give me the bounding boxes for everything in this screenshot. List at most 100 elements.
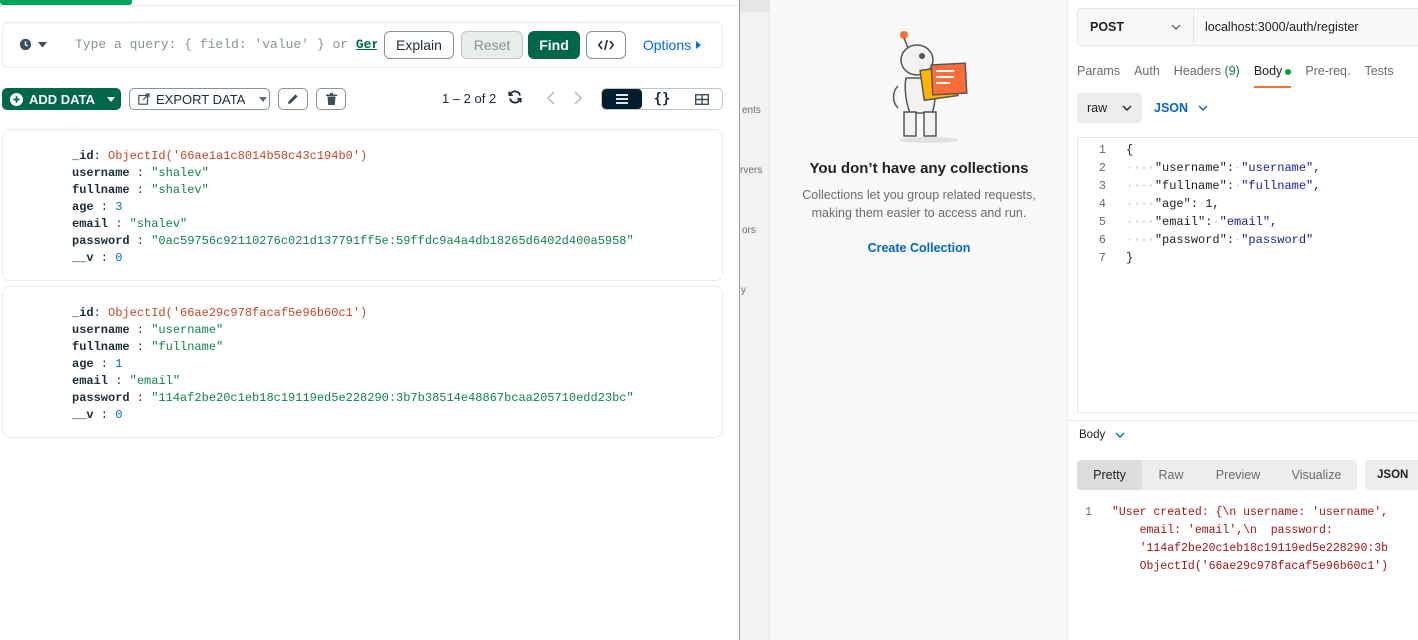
previous-page-icon[interactable] xyxy=(545,87,557,114)
explain-button[interactable]: Explain xyxy=(384,31,454,59)
tab-preview[interactable]: Preview xyxy=(1200,460,1276,490)
json-key: "age" xyxy=(1154,197,1191,211)
options-label: Options xyxy=(642,37,692,53)
response-body-label: Body xyxy=(1079,429,1106,441)
options-toggle[interactable]: Options xyxy=(639,31,705,59)
reset-button[interactable]: Reset xyxy=(461,31,523,59)
code-line: 6 ····"password":·"password" xyxy=(1078,231,1320,249)
collections-panel: You don’t have any collections Collectio… xyxy=(770,0,1068,640)
add-data-button[interactable]: ADD DATA xyxy=(2,88,121,110)
export-data-label: EXPORT DATA xyxy=(156,91,246,107)
sidebar-item-history[interactable]: y xyxy=(741,285,746,296)
sidebar-item-monitors[interactable]: ors xyxy=(742,225,756,236)
json-value: "username", xyxy=(1241,161,1321,175)
field-key: __v xyxy=(72,408,94,422)
code-line: 5 ····"email":·"email", xyxy=(1078,213,1320,231)
tab-body-label: Body xyxy=(1253,64,1283,78)
field-row: fullname : "shalev" xyxy=(72,183,209,197)
json-value: 1, xyxy=(1205,197,1220,211)
line-number: 6 xyxy=(1098,233,1106,247)
refresh-icon[interactable] xyxy=(507,89,523,110)
tab-raw[interactable]: Raw xyxy=(1142,460,1200,490)
field-value: "email" xyxy=(129,374,181,388)
field-key: __v xyxy=(72,251,94,265)
body-editor[interactable]: 1{ 2 ····"username":·"username", 3 ····"fu… xyxy=(1077,137,1418,413)
field-key: fullname xyxy=(72,183,130,197)
response-line: 1 "User created: {\n username: 'username'… xyxy=(1068,504,1388,522)
json-key: "username" xyxy=(1154,161,1227,175)
json-value: "fullname", xyxy=(1241,179,1321,193)
field-row: username : "shalev" xyxy=(72,166,209,180)
url-input[interactable]: localhost:3000/auth/register xyxy=(1194,9,1359,45)
body-mode-select[interactable]: raw xyxy=(1077,93,1142,123)
field-row: _id: ObjectId('66ae29c978facaf5e96b60c1'… xyxy=(72,306,368,320)
json-view-button[interactable]: {} xyxy=(642,89,682,109)
url-bar: POST localhost:3000/auth/register xyxy=(1077,8,1418,46)
field-key: username xyxy=(72,323,130,337)
table-icon xyxy=(695,93,709,105)
tab-tests[interactable]: Tests xyxy=(1364,64,1393,88)
line-number: 7 xyxy=(1098,251,1106,265)
active-tab-indicator xyxy=(0,0,132,5)
field-key: email xyxy=(72,217,109,231)
list-icon xyxy=(616,94,628,104)
line-number: 1 xyxy=(1098,143,1106,157)
response-body-toggle[interactable]: Body xyxy=(1079,429,1125,441)
sidebar-item-mock-servers[interactable]: rvers xyxy=(740,165,762,176)
method-select[interactable]: POST xyxy=(1078,9,1194,45)
create-collection-link[interactable]: Create Collection xyxy=(770,241,1068,255)
tab-prereq[interactable]: Pre-req. xyxy=(1305,64,1350,88)
response-view-tabs: Pretty Raw Preview Visualize xyxy=(1077,460,1357,490)
find-button[interactable]: Find xyxy=(528,31,580,59)
sidebar-item-environments[interactable]: ents xyxy=(742,105,761,116)
generate-query-link[interactable]: Ger xyxy=(356,37,377,55)
field-value: 3 xyxy=(115,200,123,214)
chevron-down-icon xyxy=(1122,105,1132,111)
line-content: { xyxy=(1126,143,1134,157)
tab-visualize[interactable]: Visualize xyxy=(1276,460,1357,490)
screen: Type a query: { field: 'value' } or Ger … xyxy=(0,0,1418,640)
json-key: "fullname" xyxy=(1154,179,1227,193)
field-key: username xyxy=(72,166,130,180)
bulk-update-button[interactable] xyxy=(278,88,308,110)
line-number: 5 xyxy=(1098,215,1106,229)
query-history-button[interactable] xyxy=(19,38,47,51)
next-page-icon[interactable] xyxy=(572,87,584,114)
field-key: email xyxy=(72,374,109,388)
table-view-button[interactable] xyxy=(682,89,722,109)
response-format-select[interactable]: JSON xyxy=(1365,460,1418,490)
field-value: "fullname" xyxy=(151,340,224,354)
body-language-select[interactable]: JSON xyxy=(1154,101,1208,115)
document-card[interactable]: _id: ObjectId('66ae1a1c8014b58c43c194b0'… xyxy=(2,129,723,281)
tab-strip xyxy=(0,0,740,6)
pagination-count: 1 – 2 of 2 xyxy=(442,91,497,106)
tab-body[interactable]: Body xyxy=(1253,64,1292,88)
response-line: '114af2be20c1eb18c19119ed5e228290:3b xyxy=(1068,540,1388,558)
document-card[interactable]: _id: ObjectId('66ae29c978facaf5e96b60c1'… xyxy=(2,286,723,438)
tab-params[interactable]: Params xyxy=(1077,64,1120,88)
list-view-button[interactable] xyxy=(602,89,642,109)
headers-count: (9) xyxy=(1224,64,1240,78)
query-placeholder: Type a query: { field: 'value' } or xyxy=(75,37,349,52)
tab-auth[interactable]: Auth xyxy=(1134,64,1160,88)
field-row: password : "114af2be20c1eb18c19119ed5e22… xyxy=(72,391,634,405)
field-row: email : "shalev" xyxy=(72,217,188,231)
field-key: age xyxy=(72,200,94,214)
json-value: "password" xyxy=(1241,233,1314,247)
field-value: "shalev" xyxy=(151,166,209,180)
code-lines: 1{ 2 ····"username":·"username", 3 ····"fu… xyxy=(1078,141,1321,267)
response-text: email: 'email',\n password: xyxy=(1112,524,1333,537)
bulk-delete-button[interactable] xyxy=(316,88,346,110)
export-data-button[interactable]: EXPORT DATA xyxy=(129,88,270,110)
field-value: 0 xyxy=(115,408,123,422)
body-options: raw JSON xyxy=(1077,93,1208,123)
field-value: "username" xyxy=(151,323,224,337)
response-text: "User created: {\n username: 'username', xyxy=(1112,506,1389,519)
tab-pretty[interactable]: Pretty xyxy=(1077,460,1142,490)
astronaut-illustration xyxy=(884,28,974,144)
tab-headers[interactable]: Headers (9) xyxy=(1174,64,1240,88)
query-input[interactable]: Type a query: { field: 'value' } or Ger xyxy=(75,37,377,55)
field-value: 1 xyxy=(115,357,123,371)
export-to-language-button[interactable] xyxy=(586,31,626,59)
response-divider[interactable] xyxy=(1068,420,1418,421)
